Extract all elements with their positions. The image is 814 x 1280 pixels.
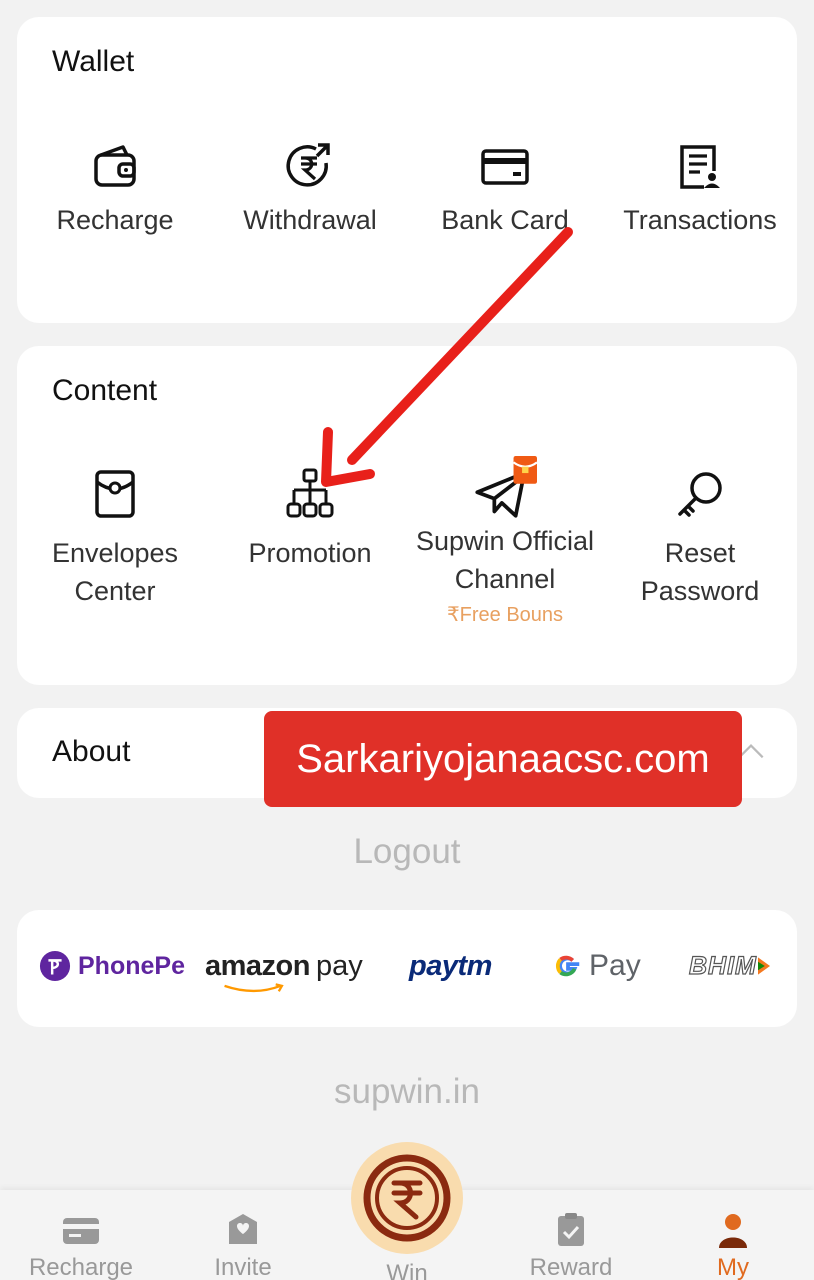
wallet-icon xyxy=(94,145,136,187)
amazon-text: amazon xyxy=(205,949,310,982)
wallet-title: Wallet xyxy=(52,45,135,78)
nav-recharge-label: Recharge xyxy=(28,1254,134,1280)
clipboard-check-icon xyxy=(558,1213,584,1246)
transactions-label: Transactions xyxy=(623,205,777,235)
telegram-icon xyxy=(475,456,537,518)
watermark-banner: Sarkariyojanaacsc.com xyxy=(264,711,742,807)
bhim-logo: BHIM xyxy=(688,944,770,988)
bhim-text: BHIM xyxy=(688,951,757,980)
rupee-coin-icon[interactable] xyxy=(350,1141,464,1255)
payments-card: PhonePe amazon pay paytm Pay BHIM xyxy=(17,910,797,1027)
content-card: Content Envelopes Center Promotion Supwi… xyxy=(17,346,797,685)
promotion-tree-icon xyxy=(286,468,334,518)
phonepe-icon xyxy=(39,950,71,982)
bhim-arrow-icon xyxy=(757,957,770,975)
bank-card-label: Bank Card xyxy=(441,205,569,235)
nav-my-label: My xyxy=(717,1254,749,1280)
bank-card-icon xyxy=(481,149,529,185)
reset-password-item[interactable]: Reset Password xyxy=(602,468,798,610)
envelopes-center-label: Envelopes Center xyxy=(51,538,179,606)
nav-my[interactable]: My xyxy=(653,1190,813,1280)
gpay-logo: Pay xyxy=(553,944,641,988)
recharge-label: Recharge xyxy=(56,205,174,235)
about-title: About xyxy=(52,735,131,768)
nav-reward[interactable]: Reward xyxy=(491,1190,651,1280)
paytm-logo: paytm xyxy=(409,944,492,988)
logout-button[interactable]: Logout xyxy=(0,832,814,872)
rupee-withdraw-icon xyxy=(286,143,330,187)
content-title: Content xyxy=(52,374,158,407)
nav-invite[interactable]: Invite xyxy=(163,1190,323,1280)
promotion-item[interactable]: Promotion xyxy=(212,468,408,572)
wallet-card: Wallet Recharge Withdrawal Bank Card Tra… xyxy=(17,17,797,323)
bank-card-item[interactable]: Bank Card xyxy=(407,141,603,239)
paytm-text: paytm xyxy=(409,949,492,982)
official-channel-label: Supwin Official Channel xyxy=(415,526,595,594)
site-domain: supwin.in xyxy=(334,1072,480,1111)
google-g-icon xyxy=(555,955,580,977)
nav-invite-label: Invite xyxy=(214,1254,272,1280)
phonepe-text: PhonePe xyxy=(78,951,185,980)
gpay-text: Pay xyxy=(589,949,641,982)
key-icon xyxy=(678,472,722,517)
envelopes-center-item[interactable]: Envelopes Center xyxy=(17,468,213,610)
user-icon xyxy=(719,1214,747,1248)
card-icon xyxy=(63,1218,99,1244)
transactions-icon xyxy=(680,145,720,189)
amazon-pay-text: pay xyxy=(315,949,363,982)
nav-recharge[interactable]: Recharge xyxy=(1,1190,161,1280)
phonepe-logo: PhonePe xyxy=(39,944,185,988)
amazon-pay-logo: amazon pay xyxy=(205,944,363,992)
amazon-smile-icon xyxy=(224,982,284,992)
nav-reward-label: Reward xyxy=(529,1254,613,1280)
invite-icon xyxy=(229,1214,257,1244)
free-bonus-label: ₹Free Bouns xyxy=(446,604,564,626)
promotion-label: Promotion xyxy=(248,538,372,568)
withdrawal-item[interactable]: Withdrawal xyxy=(212,141,408,239)
envelope-icon xyxy=(95,470,135,518)
withdrawal-label: Withdrawal xyxy=(243,205,377,235)
official-channel-item[interactable]: Supwin Official Channel ₹Free Bouns xyxy=(407,456,603,627)
transactions-item[interactable]: Transactions xyxy=(602,141,798,239)
recharge-item[interactable]: Recharge xyxy=(17,141,213,239)
nav-win-label: Win xyxy=(386,1260,428,1280)
reset-password-label: Reset Password xyxy=(640,538,760,606)
